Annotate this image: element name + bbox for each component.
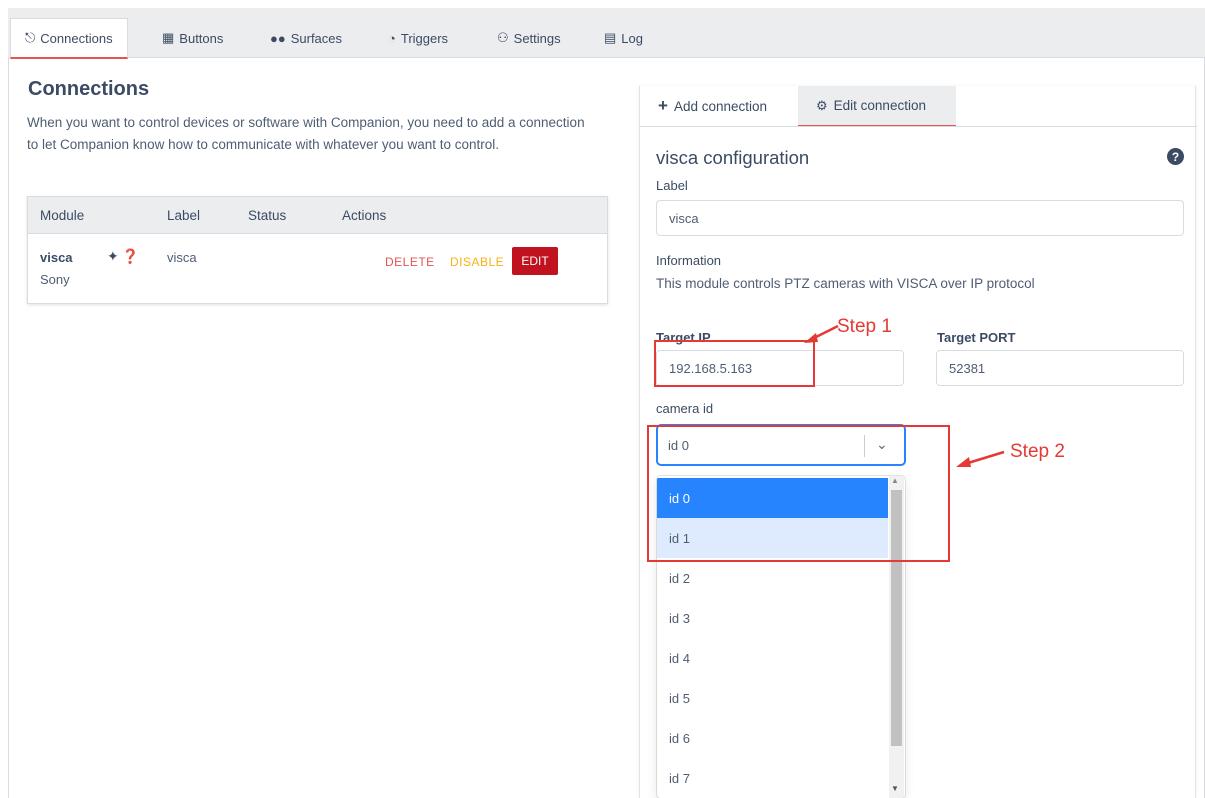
scroll-down-icon[interactable]: ▼ <box>891 784 899 793</box>
tab-add-connection[interactable]: + Add connection <box>640 86 798 126</box>
tab-label: Buttons <box>179 30 224 46</box>
option-id-3[interactable]: id 3 <box>657 598 888 638</box>
option-id-4[interactable]: id 4 <box>657 638 888 678</box>
tab-label: Add connection <box>673 98 768 114</box>
tab-surfaces[interactable]: ●● Surfaces <box>256 18 356 58</box>
question-circle-icon[interactable]: ❓ <box>122 248 142 264</box>
module-icons: ✦❓ <box>107 248 142 265</box>
option-id-5[interactable]: id 5 <box>657 678 888 718</box>
option-id-6[interactable]: id 6 <box>657 718 888 758</box>
tab-connections[interactable]: ⎋ Connections <box>10 18 128 59</box>
disable-button[interactable]: DISABLE <box>450 255 504 269</box>
gear-icon: ⚙ <box>816 97 828 113</box>
tab-label: Log <box>621 30 643 46</box>
step1-label: Step 1 <box>837 316 892 337</box>
config-title: visca configuration <box>656 147 810 168</box>
page-title: Connections <box>28 78 150 100</box>
tab-label: Edit connection <box>833 98 926 113</box>
tab-triggers[interactable]: ◔ Triggers <box>374 18 462 58</box>
clock-icon: ◔ <box>388 30 396 46</box>
step2-label: Step 2 <box>1010 441 1065 462</box>
bug-icon[interactable]: ✦ <box>107 248 122 264</box>
calendar-icon: ▦ <box>162 30 175 45</box>
step2-arrow-icon <box>956 450 1005 467</box>
tab-divider <box>640 126 1197 127</box>
target-port-input[interactable]: 52381 <box>936 350 1184 386</box>
option-id-2[interactable]: id 2 <box>657 558 888 598</box>
help-icon[interactable]: ? <box>1167 148 1184 165</box>
gamepad-icon: ●● <box>270 30 286 46</box>
column-header-module: Module <box>40 208 85 223</box>
module-name: visca <box>40 250 73 265</box>
connections-table: Module Label Status Actions visca Sony ✦… <box>27 196 608 304</box>
step1-arrow-icon <box>804 324 839 343</box>
clipboard-icon: ▤ <box>604 30 617 45</box>
tab-buttons[interactable]: ▦ Buttons <box>148 18 237 58</box>
tab-settings[interactable]: ⚇ Settings <box>483 18 575 58</box>
column-header-label: Label <box>167 208 201 223</box>
camera-id-label: camera id <box>656 401 714 416</box>
table-header: Module Label Status Actions <box>28 197 607 234</box>
users-cog-icon: ⚇ <box>497 30 509 45</box>
edit-button[interactable]: EDIT <box>512 247 558 275</box>
target-port-label: Target PORT <box>937 330 1016 345</box>
column-header-status: Status <box>248 208 287 223</box>
column-header-actions: Actions <box>342 208 387 223</box>
page-border-left <box>8 58 9 798</box>
label-field-label: Label <box>656 178 688 193</box>
step2-highlight-box <box>647 425 950 562</box>
label-input[interactable]: visca <box>656 200 1184 236</box>
top-nav: ⎋ Connections ▦ Buttons ●● Surfaces ◔ Tr… <box>8 8 1205 59</box>
delete-button[interactable]: DELETE <box>385 255 435 269</box>
tab-label: Settings <box>513 30 561 46</box>
page-description: When you want to control devices or soft… <box>27 115 585 152</box>
module-vendor: Sony <box>40 272 70 287</box>
tab-edit-connection[interactable]: ⚙ Edit connection <box>798 86 956 127</box>
tab-label: Triggers <box>400 30 449 46</box>
step1-highlight-box <box>654 340 815 387</box>
tab-label: Connections <box>40 30 113 46</box>
connection-label: visca <box>167 250 197 265</box>
tab-log[interactable]: ▤ Log <box>590 18 657 58</box>
plus-icon: + <box>658 96 668 115</box>
information-text: This module controls PTZ cameras with VI… <box>656 276 1035 291</box>
option-id-7[interactable]: id 7 <box>657 758 888 798</box>
plug-icon: ⎋ <box>25 30 36 45</box>
information-heading: Information <box>656 253 722 268</box>
tab-label: Surfaces <box>290 30 343 46</box>
